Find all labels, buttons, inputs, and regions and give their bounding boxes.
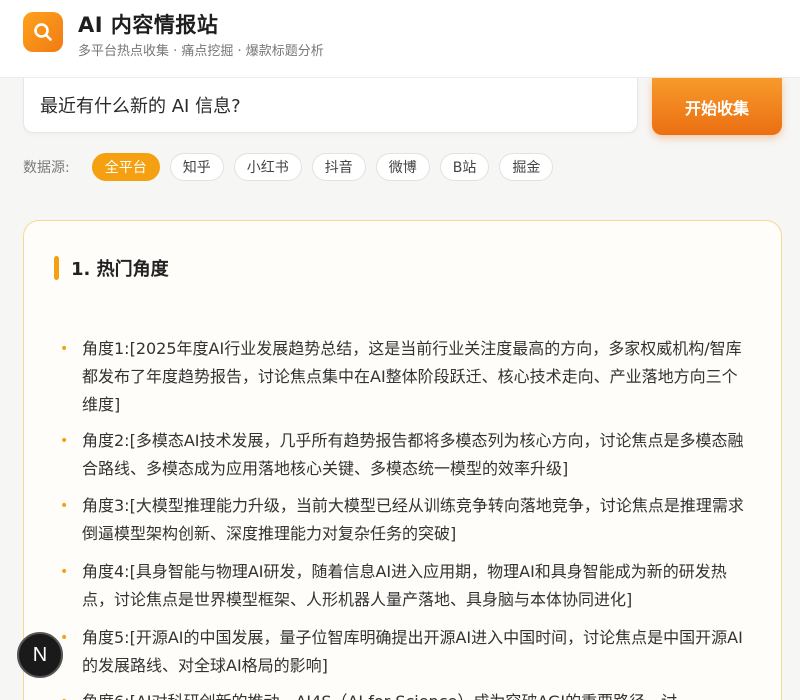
search-icon (34, 23, 52, 41)
list-item-text: 角度3:[大模型推理能力升级，当前大模型已经从训练竞争转向落地竞争，讨论焦点是推… (82, 496, 744, 543)
list-item-text: 角度6:[AI对科研创新的推动，AI4S（AI for Science）成为突破… (82, 688, 750, 700)
source-chip-juejin[interactable]: 掘金 (499, 153, 554, 181)
source-chip-zhihu[interactable]: 知乎 (169, 153, 224, 181)
search-box[interactable] (23, 78, 638, 133)
section-heading: 1. 热门角度 (54, 255, 169, 281)
list-item-text: 角度1:[2025年度AI行业发展趋势总结，这是当前行业关注度最高的方向，多家权… (82, 339, 742, 414)
list-item: • 角度1:[2025年度AI行业发展趋势总结，这是当前行业关注度最高的方向，多… (60, 335, 750, 419)
source-chip-weibo[interactable]: 微博 (375, 153, 430, 181)
bullet-icon: • (60, 341, 69, 357)
bullet-icon: • (60, 630, 69, 646)
app-title: AI 内容情报站 (78, 13, 219, 37)
section-title: 1. 热门角度 (71, 259, 169, 280)
list-item: • 角度6:[AI对科研创新的推动，AI4S（AI for Science）成为… (60, 688, 750, 700)
section-accent-bar (54, 256, 59, 280)
bullet-icon: • (60, 688, 82, 700)
bullet-icon: • (60, 433, 69, 449)
source-chip-douyin[interactable]: 抖音 (311, 153, 366, 181)
app-header: AI 内容情报站 多平台热点收集 · 痛点挖掘 · 爆款标题分析 (0, 0, 800, 78)
start-collect-button[interactable]: 开始收集 (652, 78, 782, 135)
list-item-text: 角度4:[具身智能与物理AI研发，随着信息AI进入应用期，物理AI和具身智能成为… (82, 562, 727, 609)
list-item-text: 角度2:[多模态AI技术发展，几乎所有趋势报告都将多模态列为核心方向，讨论焦点是… (82, 431, 744, 478)
source-chip-all[interactable]: 全平台 (91, 153, 160, 181)
source-chip-bilibili[interactable]: B站 (439, 153, 490, 181)
floating-action-button[interactable]: N (17, 632, 63, 678)
source-chip-xiaohongshu[interactable]: 小红书 (233, 153, 302, 181)
result-card: 1. 热门角度 • 角度1:[2025年度AI行业发展趋势总结，这是当前行业关注… (23, 220, 782, 700)
list-item-text: 角度5:[开源AI的中国发展，量子位智库明确提出开源AI进入中国时间，讨论焦点是… (82, 628, 743, 675)
list-item: • 角度2:[多模态AI技术发展，几乎所有趋势报告都将多模态列为核心方向，讨论焦… (60, 427, 750, 483)
app-subtitle: 多平台热点收集 · 痛点挖掘 · 爆款标题分析 (78, 44, 324, 59)
search-input[interactable] (40, 94, 621, 116)
list-item: • 角度3:[大模型推理能力升级，当前大模型已经从训练竞争转向落地竞争，讨论焦点… (60, 492, 750, 548)
list-item: • 角度4:[具身智能与物理AI研发，随着信息AI进入应用期，物理AI和具身智能… (60, 558, 750, 614)
data-source-label: 数据源: (23, 160, 70, 176)
bullet-icon: • (60, 498, 69, 514)
data-source-filter: 数据源: 全平台 知乎 小红书 抖音 微博 B站 掘金 (23, 153, 563, 181)
list-item: • 角度5:[开源AI的中国发展，量子位智库明确提出开源AI进入中国时间，讨论焦… (60, 624, 750, 680)
app-logo (23, 12, 63, 52)
bullet-icon: • (60, 564, 69, 580)
